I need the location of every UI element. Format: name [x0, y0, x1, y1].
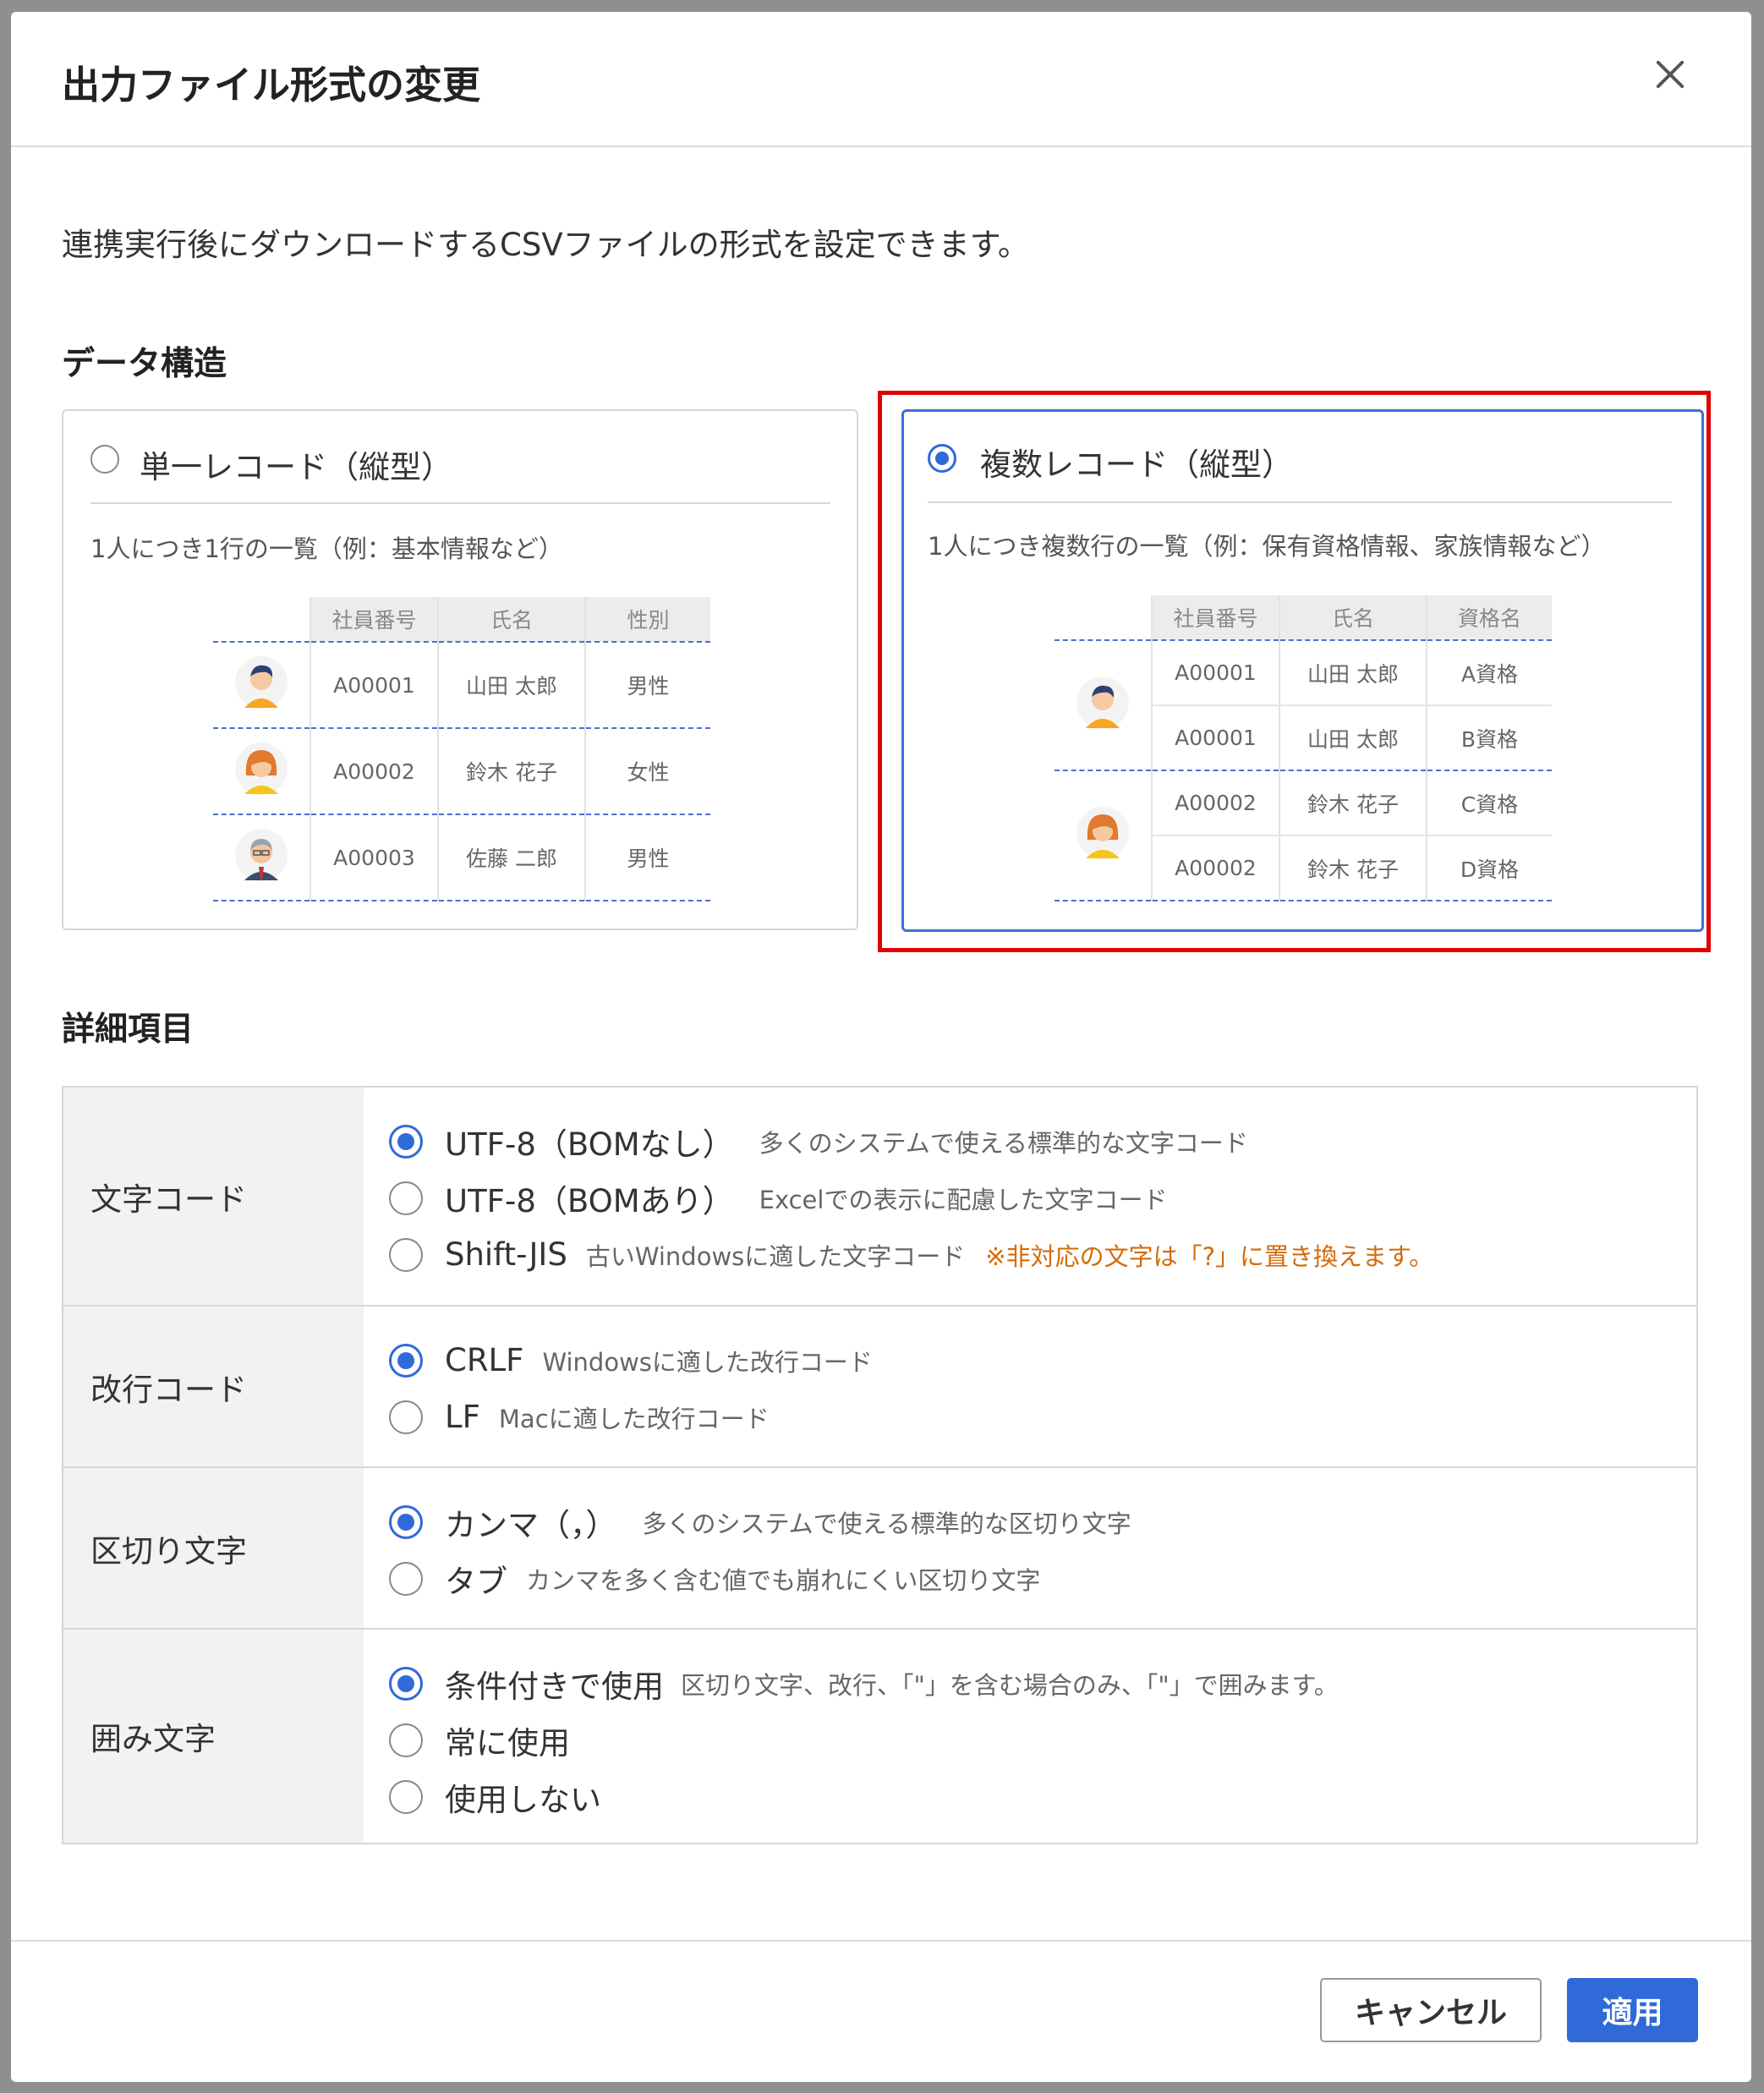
char-code-label: 文字コード [63, 1088, 364, 1305]
table-cell: A00001 [310, 641, 438, 729]
option-note: 区切り文字、改行、「"」を含む場合のみ、「"」で囲みます。 [681, 1670, 1339, 1700]
woman-avatar-icon [234, 742, 288, 796]
single-record-description: 1人につき1行の一覧（例：基本情報など） [90, 534, 563, 563]
option-warning: ※非対応の文字は「?」に置き換えます。 [985, 1241, 1434, 1271]
quote-option-always[interactable]: 常に使用 [389, 1712, 1696, 1768]
table-cell: 男性 [584, 814, 710, 901]
table-header: 氏名 [437, 597, 585, 642]
table-cell: 女性 [584, 728, 710, 815]
table-cell: 男性 [584, 641, 710, 729]
table-cell: 鈴木 花子 [437, 728, 585, 815]
radio-button[interactable] [389, 1504, 423, 1539]
radio-button[interactable] [389, 1343, 423, 1378]
option-label: タブ [445, 1563, 507, 1600]
char-code-option-utf8-bom[interactable]: UTF-8（BOMあり） Excelでの表示に配慮した文字コード [389, 1170, 1696, 1226]
option-note: 多くのシステムで使える標準的な区切り文字 [642, 1509, 1131, 1538]
table-header: 性別 [584, 597, 710, 642]
selection-highlight-frame [878, 391, 1711, 952]
option-label: LF [445, 1399, 480, 1435]
table-row: A00002 鈴木 花子 女性 [213, 728, 710, 815]
apply-button[interactable]: 適用 [1567, 1978, 1698, 2042]
data-structure-heading: データ構造 [62, 345, 227, 383]
radio-button[interactable] [389, 1561, 423, 1596]
newline-option-lf[interactable]: LF Macに適した改行コード [389, 1389, 1696, 1445]
option-note: 古いWindowsに適した文字コード [585, 1241, 966, 1271]
cancel-button[interactable]: キャンセル [1320, 1978, 1542, 2042]
dialog-description: 連携実行後にダウンロードするCSVファイルの形式を設定できます。 [62, 227, 1029, 263]
delimiter-option-tab[interactable]: タブ カンマを多く含む値でも崩れにくい区切り文字 [389, 1550, 1696, 1607]
single-record-card[interactable]: 単一レコード（縦型） 1人につき1行の一覧（例：基本情報など） 社員番号 氏名 … [62, 409, 858, 930]
radio-button[interactable] [389, 1779, 423, 1814]
newline-label: 改行コード [63, 1307, 364, 1466]
footer-divider [11, 1940, 1751, 1942]
details-heading: 詳細項目 [62, 1011, 194, 1049]
table-cell: A00003 [310, 814, 438, 901]
char-code-options: UTF-8（BOMなし） 多くのシステムで使える標準的な文字コード UTF-8（… [364, 1088, 1696, 1305]
table-row: A00003 佐藤 二郎 男性 [213, 814, 710, 901]
option-label: UTF-8（BOMあり） [445, 1182, 734, 1219]
radio-button[interactable] [389, 1237, 423, 1272]
older-man-avatar-icon [234, 828, 288, 882]
quote-row: 囲み文字 条件付きで使用 区切り文字、改行、「"」を含む場合のみ、「"」で囲みま… [63, 1630, 1696, 1843]
avatar-cell [213, 814, 310, 901]
single-record-radio[interactable] [90, 445, 119, 474]
option-note: Excelでの表示に配慮した文字コード [759, 1185, 1168, 1214]
table-cell: 山田 太郎 [437, 641, 585, 729]
delimiter-option-comma[interactable]: カンマ（，） 多くのシステムで使える標準的な区切り文字 [389, 1493, 1696, 1550]
table-cell: 佐藤 二郎 [437, 814, 585, 901]
radio-button[interactable] [389, 1723, 423, 1757]
table-cell: A00002 [310, 728, 438, 815]
radio-button[interactable] [389, 1181, 423, 1215]
single-record-label: 単一レコード（縦型） [140, 449, 452, 485]
single-record-sample-table: 社員番号 氏名 性別 A00001 山田 太郎 男性 A00002 鈴木 花子 … [213, 597, 710, 901]
radio-button[interactable] [389, 1666, 423, 1701]
option-label: 使用しない [445, 1781, 601, 1818]
quote-label: 囲み文字 [63, 1630, 364, 1843]
option-note: Macに適した改行コード [498, 1404, 770, 1433]
option-label: 常に使用 [445, 1724, 570, 1762]
dialog-title: 出力ファイル形式の変更 [62, 63, 481, 107]
table-row: A00001 山田 太郎 男性 [213, 641, 710, 729]
quote-options: 条件付きで使用 区切り文字、改行、「"」を含む場合のみ、「"」で囲みます。 常に… [364, 1630, 1696, 1843]
delimiter-options: カンマ（，） 多くのシステムで使える標準的な区切り文字 タブ カンマを多く含む値… [364, 1468, 1696, 1628]
output-format-dialog: 出力ファイル形式の変更 連携実行後にダウンロードするCSVファイルの形式を設定で… [11, 12, 1751, 2082]
man-avatar-icon [234, 655, 288, 710]
table-header: 社員番号 [310, 597, 438, 642]
option-note: Windowsに適した改行コード [542, 1347, 873, 1377]
newline-row: 改行コード CRLF Windowsに適した改行コード LF Macに適した改行… [63, 1307, 1696, 1468]
char-code-option-utf8-nobom[interactable]: UTF-8（BOMなし） 多くのシステムで使える標準的な文字コード [389, 1113, 1696, 1170]
details-settings-table: 文字コード UTF-8（BOMなし） 多くのシステムで使える標準的な文字コード … [62, 1086, 1698, 1844]
quote-option-conditional[interactable]: 条件付きで使用 区切り文字、改行、「"」を含む場合のみ、「"」で囲みます。 [389, 1655, 1696, 1712]
avatar-cell [213, 728, 310, 815]
option-label: CRLF [445, 1342, 524, 1378]
table-header-spacer [213, 597, 310, 642]
option-label: UTF-8（BOMなし） [445, 1126, 734, 1163]
option-label: 条件付きで使用 [445, 1668, 664, 1705]
char-code-option-shift-jis[interactable]: Shift-JIS 古いWindowsに適した文字コード ※非対応の文字は「?」… [389, 1226, 1696, 1283]
radio-button[interactable] [389, 1124, 423, 1159]
dialog-header: 出力ファイル形式の変更 [11, 12, 1751, 147]
char-code-row: 文字コード UTF-8（BOMなし） 多くのシステムで使える標準的な文字コード … [63, 1088, 1696, 1307]
newline-option-crlf[interactable]: CRLF Windowsに適した改行コード [389, 1332, 1696, 1389]
option-label: カンマ（，） [445, 1506, 617, 1543]
option-label: Shift-JIS [445, 1236, 567, 1273]
avatar-cell [213, 641, 310, 729]
delimiter-label: 区切り文字 [63, 1468, 364, 1628]
quote-option-never[interactable]: 使用しない [389, 1768, 1696, 1825]
delimiter-row: 区切り文字 カンマ（，） 多くのシステムで使える標準的な区切り文字 タブ カンマ… [63, 1468, 1696, 1630]
newline-options: CRLF Windowsに適した改行コード LF Macに適した改行コード [364, 1307, 1696, 1466]
option-note: カンマを多く含む値でも崩れにくい区切り文字 [526, 1565, 1041, 1595]
radio-button[interactable] [389, 1400, 423, 1434]
card-divider [90, 502, 830, 504]
close-icon[interactable] [1652, 56, 1689, 93]
option-note: 多くのシステムで使える標準的な文字コード [759, 1128, 1248, 1158]
